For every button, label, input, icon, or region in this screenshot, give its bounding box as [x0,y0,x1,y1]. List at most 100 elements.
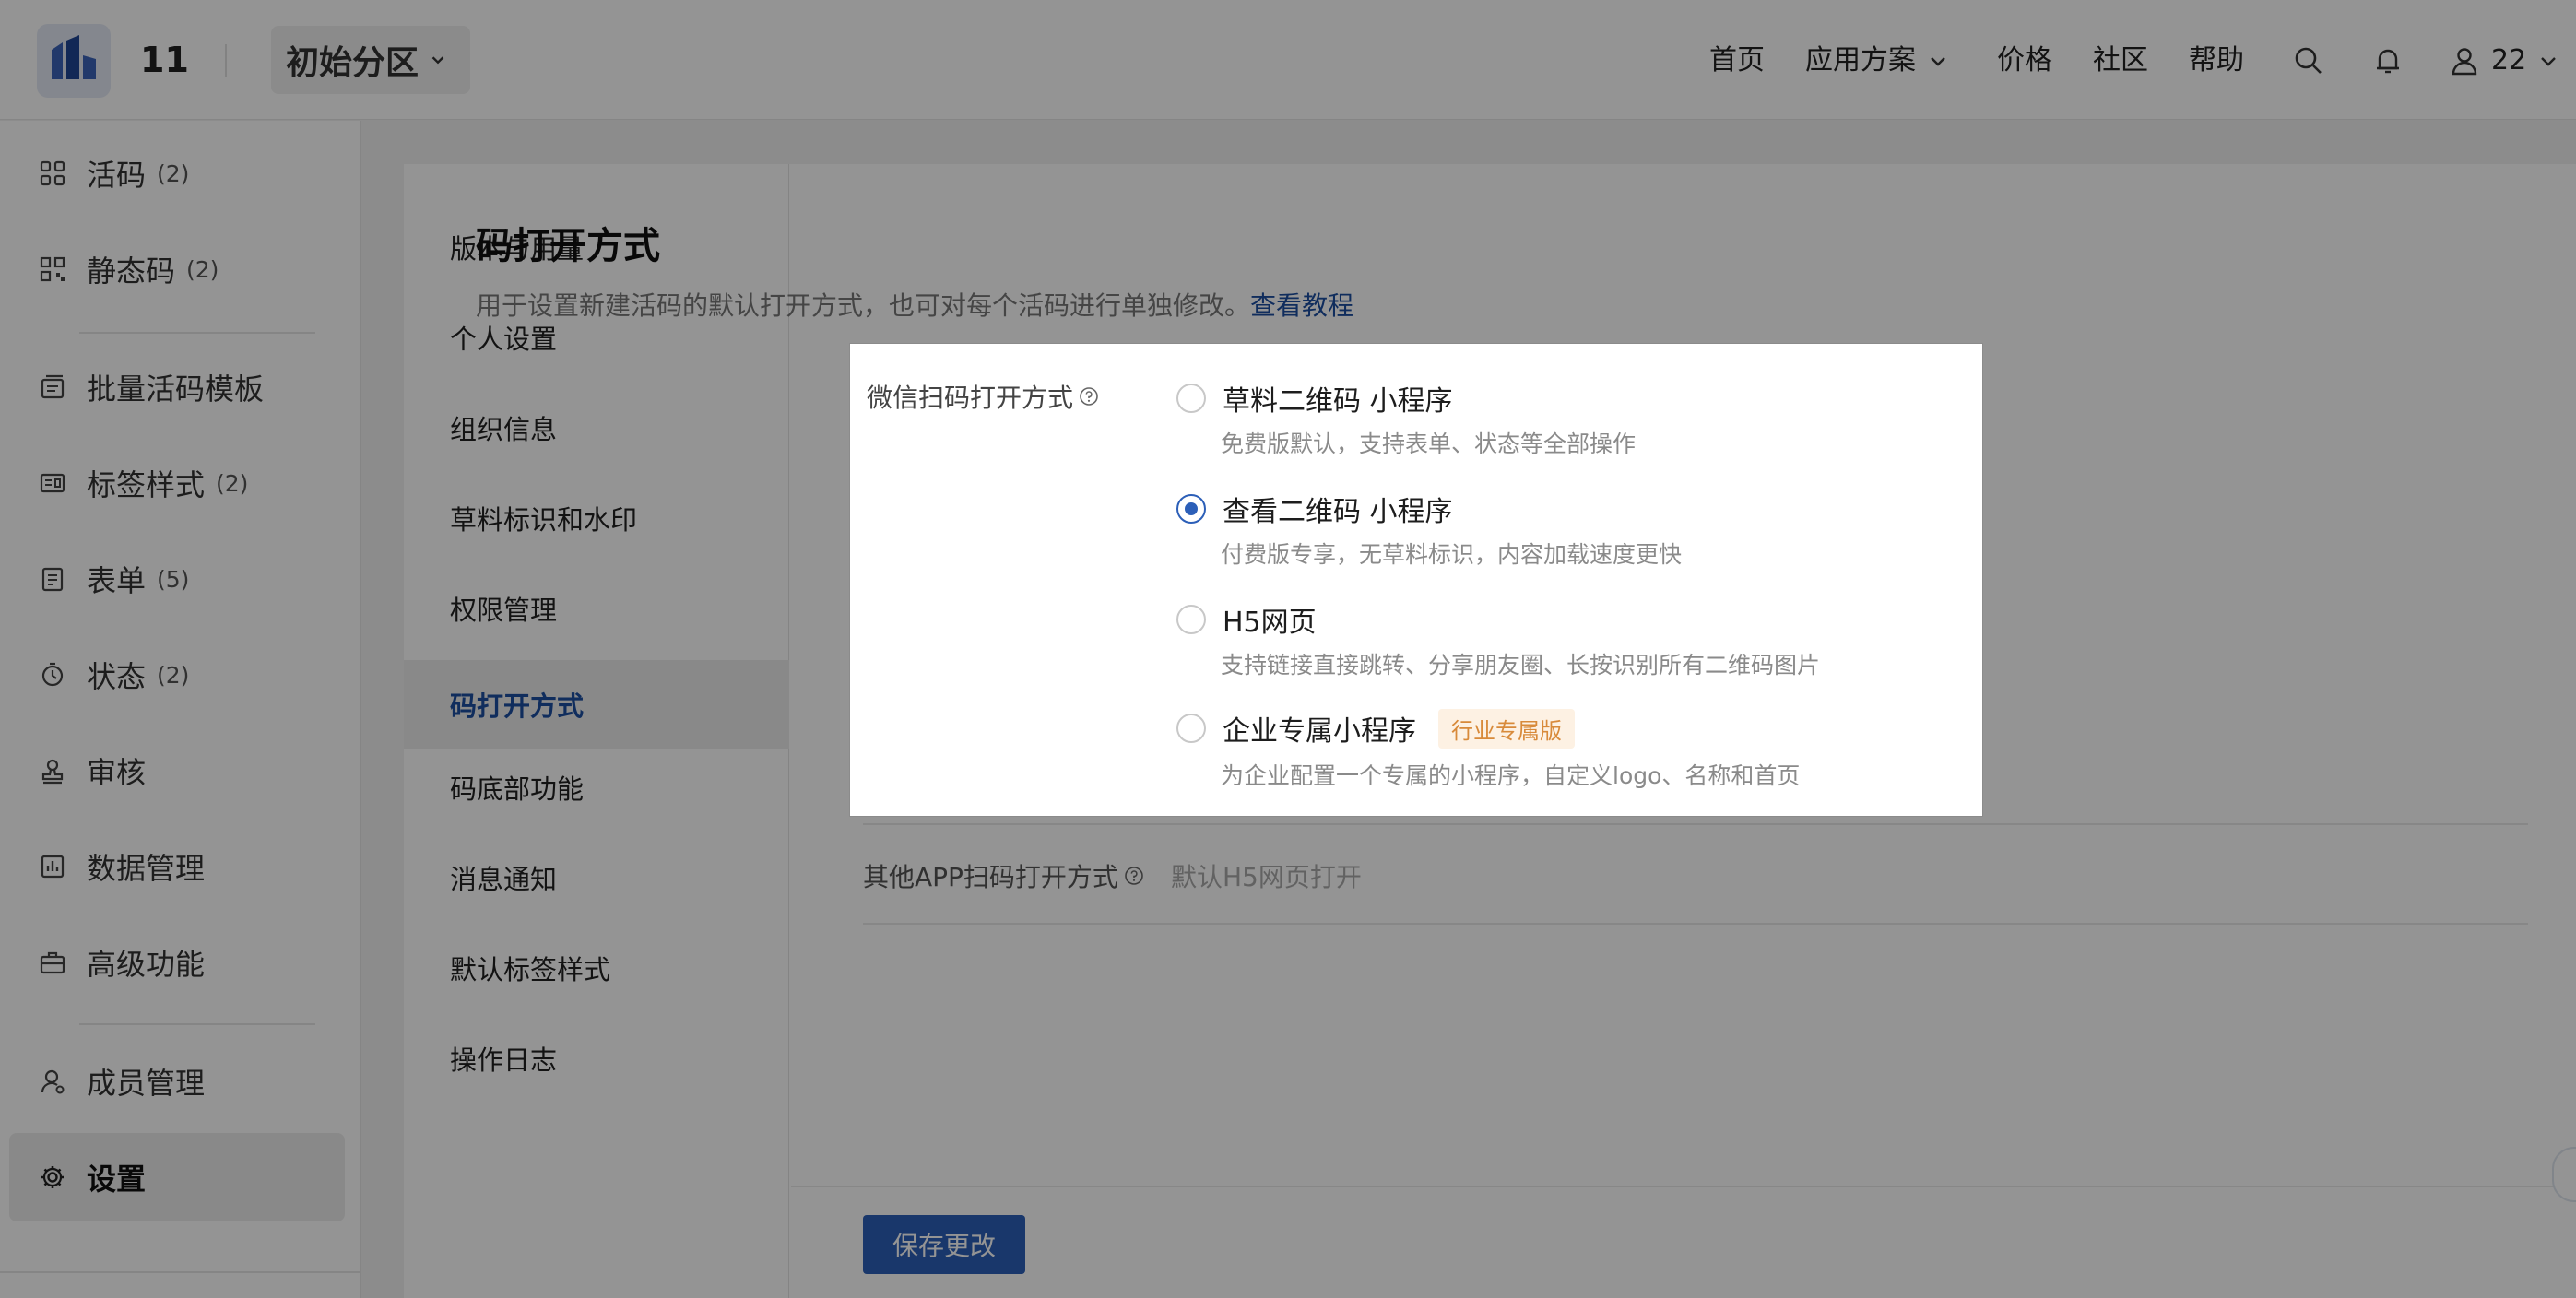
sidebar-item-count: (2) [216,469,249,497]
sidebar-item-label: 高级功能 [87,947,206,982]
top-header: 11 初始分区 首页 应用方案 价格 社区 帮助 22 [0,0,2576,120]
search-icon [2295,47,2322,74]
nav-home-label: 首页 [1709,44,1765,77]
row-divider [863,823,2528,825]
sidebar-item-form[interactable]: 表单 (5) [9,535,345,623]
sidebar-item-static-code[interactable]: 静态码 (2) [9,225,345,313]
submenu-item-footer[interactable]: 码底部功能 [404,743,789,832]
option-title: 企业专属小程序 [1223,715,1416,748]
qrcode-icon [40,160,65,186]
nav-solutions[interactable]: 应用方案 [1805,41,1949,81]
submenu-item-notification[interactable]: 消息通知 [404,833,789,922]
nav-community[interactable]: 社区 [2093,41,2148,81]
option-description: 为企业配置一个专属的小程序，自定义logo、名称和首页 [1221,762,1801,789]
help-icon[interactable] [1079,386,1099,407]
header-divider [225,44,227,77]
nav-pricing-label: 价格 [1997,44,2052,77]
sidebar-divider [0,1271,361,1273]
other-app-label: 其他APP扫码打开方式 [863,857,1144,894]
sidebar-item-label-style[interactable]: 标签样式 (2) [9,439,345,527]
save-button[interactable]: 保存更改 [863,1215,1025,1274]
sidebar-item-label: 设置 [87,1162,147,1197]
option-title: H5网页 [1223,607,1317,639]
sidebar-item-label: 批量活码模板 [87,372,265,407]
radio-option-enterprise[interactable]: 企业专属小程序 行业专属版 [1176,708,1575,749]
sidebar-item-count: (5) [157,565,190,593]
sidebar-item-label: 成员管理 [87,1066,206,1101]
sidebar-item-members[interactable]: 成员管理 [9,1037,345,1126]
chevron-down-icon [431,56,444,65]
sidebar-divider [79,332,315,334]
other-app-value: 默认H5网页打开 [1171,862,1362,892]
sidebar-item-live-code[interactable]: 活码 (2) [9,129,345,218]
sidebar-item-label: 标签样式 [87,467,206,502]
chart-icon [41,855,65,879]
briefcase-icon [40,951,65,974]
sidebar-item-batch-template[interactable]: 批量活码模板 [9,343,345,431]
nav-pricing[interactable]: 价格 [1997,41,2052,81]
submenu-item-default-label[interactable]: 默认标签样式 [404,924,789,1012]
submenu-item-open-method[interactable]: 码打开方式 [404,660,789,749]
description-text: 用于设置新建活码的默认打开方式，也可对每个活码进行单独修改。 [476,290,1251,321]
option-description: 支持链接直接跳转、分享朋友圈、长按识别所有二维码图片 [1221,652,1821,678]
page-description: 用于设置新建活码的默认打开方式，也可对每个活码进行单独修改。查看教程 [476,286,1353,323]
notification-button[interactable] [2371,44,2405,77]
wechat-label-text: 微信扫码打开方式 [867,383,1074,413]
sidebar-item-review[interactable]: 审核 [9,726,345,815]
submenu-item-org[interactable]: 组织信息 [404,384,789,472]
sidebar-item-label: 静态码 [87,254,176,289]
label-icon [40,473,65,493]
form-icon [41,567,64,592]
chevron-down-icon [1931,57,1945,66]
sidebar-item-label: 活码 [87,158,147,193]
sidebar-item-label: 数据管理 [87,851,206,886]
radio-option-h5[interactable]: H5网页 [1176,599,1317,640]
app-logo[interactable] [37,24,111,98]
submenu-item-log[interactable]: 操作日志 [404,1014,789,1103]
sidebar-item-label: 表单 [87,563,147,598]
help-icon[interactable] [1124,866,1144,886]
radio-option-view-qrcode[interactable]: 查看二维码 小程序 [1176,489,1453,529]
submenu-item-watermark[interactable]: 草料标识和水印 [404,474,789,562]
sidebar-item-count: (2) [157,661,190,689]
option-title: 查看二维码 小程序 [1223,496,1453,528]
row-divider [863,923,2528,925]
user-icon [2452,48,2477,76]
radio-button[interactable] [1176,714,1206,743]
radio-button-checked[interactable] [1176,494,1206,524]
nav-home[interactable]: 首页 [1709,41,1765,81]
bell-icon [2377,49,2399,74]
option-description: 付费版专享，无草料标识，内容加载速度更快 [1221,541,1683,568]
search-button[interactable] [2292,44,2325,77]
other-app-label-text: 其他APP扫码打开方式 [863,862,1118,892]
sidebar-item-settings[interactable]: 设置 [9,1133,345,1221]
sidebar-item-label: 审核 [87,755,147,790]
logo-icon [52,35,96,79]
radio-button[interactable] [1176,605,1206,634]
sidebar-item-status[interactable]: 状态 (2) [9,631,345,719]
member-icon [41,1069,65,1094]
chevron-down-icon [2541,57,2557,66]
footer-divider [791,1186,2576,1187]
wechat-open-method-label: 微信扫码打开方式 [867,378,1099,415]
tutorial-link[interactable]: 查看教程 [1250,290,1353,321]
static-qrcode-icon [40,256,65,282]
sidebar-item-label: 状态 [87,659,147,694]
nav-help[interactable]: 帮助 [2189,41,2244,81]
radio-button[interactable] [1176,384,1206,413]
user-menu[interactable]: 22 [2449,41,2559,81]
sidebar-item-data[interactable]: 数据管理 [9,822,345,911]
page-title: 码打开方式 [476,225,660,267]
sidebar-item-count: (2) [186,255,219,283]
sidebar-item-count: (2) [157,159,190,187]
sidebar-item-advanced[interactable]: 高级功能 [9,918,345,1007]
gear-icon [41,1166,64,1188]
radio-option-caoliao[interactable]: 草料二维码 小程序 [1176,378,1453,419]
sidebar: 活码 (2) 静态码 (2) 批量活码模板 标签样式 (2) 表单 (5) 状态… [0,121,361,1298]
partition-label: 初始分区 [286,44,419,82]
partition-selector[interactable]: 初始分区 [271,26,471,94]
option-description: 免费版默认，支持表单、状态等全部操作 [1221,431,1637,457]
nav-community-label: 社区 [2093,44,2148,77]
settings-submenu: 版本与用量 个人设置 组织信息 草料标识和水印 权限管理 码打开方式 码底部功能… [404,164,789,1298]
submenu-item-permission[interactable]: 权限管理 [404,564,789,653]
